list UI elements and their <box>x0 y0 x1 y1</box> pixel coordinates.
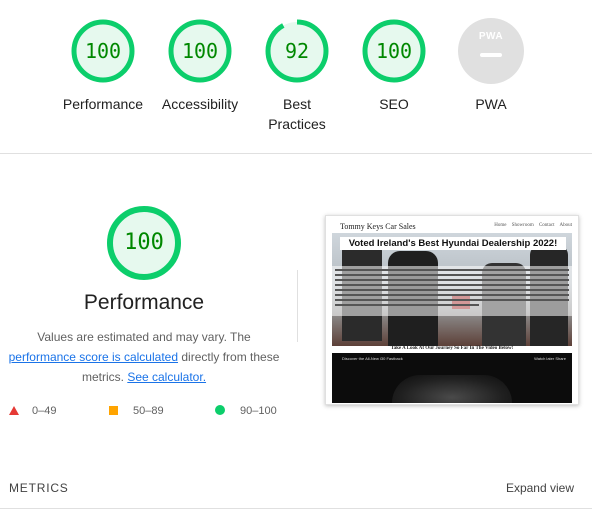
video-title: Discover the All-New i30 Fastback <box>342 356 403 361</box>
score-ring: 100 <box>361 18 427 84</box>
gauge-accessibility[interactable]: 100 Accessibility <box>150 18 250 114</box>
gauge-seo[interactable]: 100 SEO <box>344 18 444 114</box>
performance-score-link[interactable]: performance score is calculated <box>9 350 178 364</box>
metrics-title: METRICS <box>9 481 69 495</box>
score-legend: 0–49 50–89 90–100 <box>0 404 300 420</box>
vertical-divider <box>297 270 298 342</box>
pwa-dash-icon <box>480 53 502 57</box>
performance-title: Performance <box>83 291 205 314</box>
legend-range-average: 50–89 <box>133 405 164 417</box>
fail-triangle-icon <box>9 406 19 415</box>
hero-paragraph <box>332 266 572 316</box>
site-header: Tommy Keys Car Sales Home Showroom Conta… <box>326 216 578 232</box>
score-value: 100 <box>181 39 219 63</box>
description-text: Values are estimated and may vary. The <box>37 330 251 344</box>
score-value: 92 <box>284 39 310 63</box>
final-screenshot[interactable]: Tommy Keys Car Sales Home Showroom Conta… <box>325 215 579 405</box>
performance-description: Values are estimated and may vary. The p… <box>0 327 288 387</box>
performance-gauge: 100 <box>106 205 182 281</box>
pwa-badge-text: PWA <box>478 31 504 42</box>
gauge-label: Best Practices <box>268 96 326 132</box>
video-caption: Take A Look At Our Journey So Far In The… <box>390 346 514 351</box>
video-embed: Discover the All-New i30 Fastback Watch … <box>332 353 572 403</box>
gauge-label: Performance <box>62 96 144 112</box>
legend-range-fail: 0–49 <box>32 405 57 417</box>
video-controls: Watch later Share <box>534 356 566 361</box>
pass-circle-icon <box>215 405 225 415</box>
score-ring: 100 <box>70 18 136 84</box>
gauge-label: SEO <box>379 96 409 112</box>
gauge-pwa[interactable]: PWA PWA <box>441 18 541 114</box>
score-ring: 100 <box>167 18 233 84</box>
site-title: Tommy Keys Car Sales <box>340 222 416 231</box>
see-calculator-link[interactable]: See calculator. <box>127 370 206 384</box>
pwa-badge-icon: PWA <box>458 18 524 84</box>
score-value: 100 <box>84 39 122 63</box>
gauge-performance[interactable]: 100 Performance <box>53 18 153 114</box>
category-gauges: 100 Performance 100 Accessibility 92 Bes… <box>0 0 592 154</box>
divider <box>0 508 592 509</box>
legend-range-pass: 90–100 <box>240 405 277 417</box>
score-value: 100 <box>375 39 413 63</box>
car-image <box>392 375 512 403</box>
gauge-label: Accessibility <box>161 96 239 112</box>
average-square-icon <box>109 406 118 415</box>
hero-banner: Voted Ireland's Best Hyundai Dealership … <box>340 237 566 250</box>
site-nav: Home Showroom Contact About <box>494 223 572 228</box>
gauge-label: PWA <box>475 96 507 112</box>
score-ring: 92 <box>264 18 330 84</box>
performance-score: 100 <box>124 230 164 255</box>
gauge-best-practices[interactable]: 92 Best Practices <box>247 18 347 134</box>
expand-view-button[interactable]: Expand view <box>506 481 574 495</box>
